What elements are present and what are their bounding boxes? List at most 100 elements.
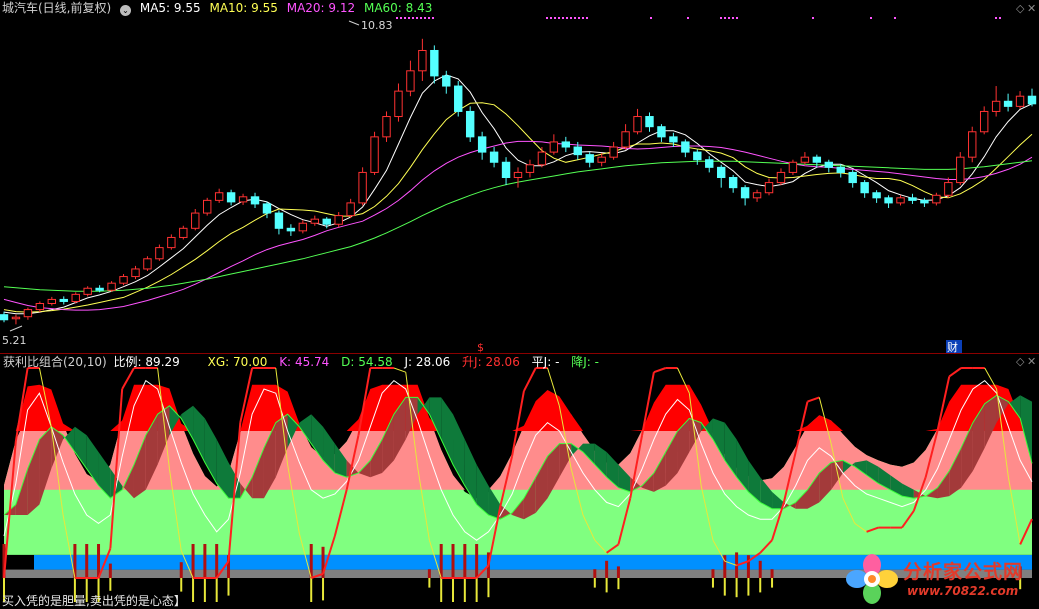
candle-body-down xyxy=(430,49,439,77)
close-icon-lower[interactable]: ✕ xyxy=(1027,356,1036,368)
candle-body-down xyxy=(884,197,893,204)
ratio-label: 比例: xyxy=(113,355,142,369)
yellow-dip-bar xyxy=(452,578,455,602)
signal-dot xyxy=(870,17,872,19)
candle xyxy=(537,147,547,168)
ma20-label: MA20: xyxy=(286,1,325,15)
signal-dot xyxy=(728,17,730,19)
stock-chart-canvas: 10.83 5.21 $ 财 xyxy=(0,17,1039,602)
candle-body-up xyxy=(298,222,308,232)
yellow-dip-bar xyxy=(735,578,738,598)
candle xyxy=(705,156,714,173)
candle xyxy=(896,195,905,206)
candle-body-down xyxy=(286,227,296,232)
candle xyxy=(752,189,762,202)
expand-icon[interactable]: ◇ xyxy=(1016,3,1024,15)
candle-body-up xyxy=(406,70,415,92)
candle xyxy=(561,136,571,153)
candle xyxy=(310,215,319,226)
candle-body-up xyxy=(203,199,212,214)
candle xyxy=(226,189,236,206)
candle xyxy=(513,167,523,188)
candle xyxy=(525,159,535,178)
j-value: 28.06 xyxy=(415,355,451,369)
candle xyxy=(920,197,929,207)
candle xyxy=(728,174,738,193)
yellow-dip-bar xyxy=(475,578,478,602)
signal-dot xyxy=(558,17,560,19)
d-value: 54.58 xyxy=(358,355,393,369)
candle xyxy=(274,210,284,235)
price-markers: 10.83 5.21 xyxy=(2,19,393,347)
candle xyxy=(740,185,750,206)
candle xyxy=(334,212,343,228)
candle xyxy=(167,234,176,250)
candle xyxy=(1015,91,1025,109)
candle xyxy=(693,149,702,165)
candle-body-down xyxy=(95,287,104,291)
histogram-bar xyxy=(758,560,762,578)
candle xyxy=(991,86,1001,117)
price-pane[interactable]: 10.83 5.21 xyxy=(0,17,1037,347)
candle-body-down xyxy=(585,154,594,163)
candle-body-down xyxy=(573,146,582,156)
histogram-bar xyxy=(427,569,431,578)
settings-icon[interactable]: ⌄ xyxy=(120,5,132,16)
yellow-dip-bar xyxy=(227,578,230,596)
dividend-marker[interactable]: $ xyxy=(477,341,484,354)
ma5-value: 9.55 xyxy=(173,1,201,15)
high-price-label: 10.83 xyxy=(361,19,393,32)
candle-body-up xyxy=(549,141,559,153)
yellow-dip-bar xyxy=(759,578,762,593)
candle xyxy=(681,139,690,158)
candle-body-down xyxy=(848,171,857,184)
candle-body-up xyxy=(11,316,21,320)
j-label: J: xyxy=(404,355,413,369)
signal-dot xyxy=(432,17,434,19)
candle-body-up xyxy=(214,192,224,201)
histogram-bar xyxy=(215,544,219,578)
candle-body-down xyxy=(1003,100,1013,107)
candle-body-down xyxy=(860,182,869,194)
signal-dot xyxy=(732,17,734,19)
high-marker-line xyxy=(348,20,360,26)
histogram-bar xyxy=(451,544,455,578)
candle-body-up xyxy=(131,268,140,278)
signal-dot xyxy=(586,17,588,19)
stock-title[interactable]: 城汽车(日线,前复权) xyxy=(2,1,111,15)
signal-dot xyxy=(650,17,652,19)
finance-marker[interactable]: 财 xyxy=(947,340,958,354)
histogram-bar xyxy=(475,544,479,578)
signal-dot xyxy=(582,17,584,19)
candle-body-up xyxy=(310,218,319,224)
close-icon[interactable]: ✕ xyxy=(1027,3,1036,15)
candle-body-down xyxy=(657,126,666,138)
ma10-label: MA10: xyxy=(209,1,248,15)
yellow-dip-bar xyxy=(310,578,313,602)
candle-body-up xyxy=(800,156,810,163)
candle-body-up xyxy=(1015,95,1025,107)
yellow-dip-bar xyxy=(192,578,195,602)
candle xyxy=(23,307,33,320)
signal-dot xyxy=(812,17,814,19)
candle-body-up xyxy=(979,110,989,133)
candle-body-up xyxy=(752,192,762,199)
signal-dot xyxy=(400,17,402,19)
candle-body-up xyxy=(418,49,427,72)
candle-body-up xyxy=(167,236,176,249)
indicator-title[interactable]: 获利比组合(20,10) xyxy=(3,355,107,369)
candle xyxy=(107,281,116,292)
histogram-bar xyxy=(616,566,620,578)
candle-body-up xyxy=(394,90,403,118)
candle xyxy=(191,209,200,231)
signal-dot xyxy=(574,17,576,19)
candle-body-up xyxy=(47,298,57,305)
candle-body-up xyxy=(370,136,379,173)
candle-body-up xyxy=(956,156,965,184)
expand-icon-lower[interactable]: ◇ xyxy=(1016,356,1024,368)
down-j-value: - xyxy=(594,355,600,369)
candle-body-up xyxy=(23,309,33,318)
low-price-label: 5.21 xyxy=(2,334,27,347)
candle xyxy=(979,106,989,135)
histogram-bar xyxy=(179,562,183,578)
